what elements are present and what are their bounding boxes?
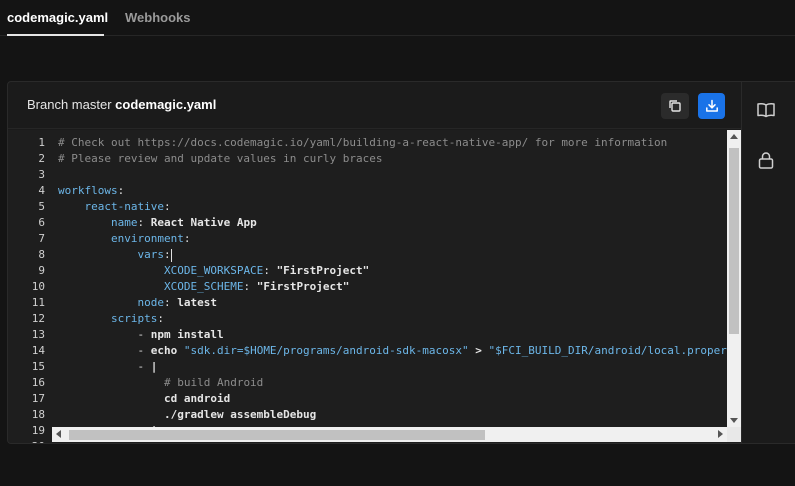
- scrollbar-corner: [727, 427, 741, 442]
- yaml-key: XCODE_WORKSPACE: [163, 264, 264, 277]
- line-number: 14: [31, 344, 45, 357]
- scroll-right-arrow-icon[interactable]: [718, 430, 723, 438]
- line-number: 19: [31, 424, 45, 437]
- yaml-key: scripts: [110, 312, 158, 325]
- yaml-value: React Native App: [150, 216, 257, 229]
- vertical-scrollbar[interactable]: [727, 130, 741, 427]
- line-number: 2: [38, 152, 45, 165]
- yaml-key: vars: [137, 248, 164, 261]
- line-number: 11: [31, 296, 45, 309]
- download-button[interactable]: [698, 93, 725, 119]
- code-editor[interactable]: 1 2 3 4 5 6 7 8 9 10 11 12 13 14 15 16 1…: [8, 130, 741, 443]
- file-name: codemagic.yaml: [115, 97, 217, 112]
- tab-codemagic-yaml[interactable]: codemagic.yaml: [7, 10, 108, 36]
- line-number: 7: [38, 232, 45, 245]
- yaml-block-indicator: |: [150, 360, 158, 373]
- code-line: cd android: [58, 391, 230, 407]
- yaml-key: environment: [110, 232, 184, 245]
- code-lines: # Check out https://docs.codemagic.io/ya…: [58, 130, 728, 427]
- code-line: # Please review and update values in cur…: [58, 152, 383, 165]
- line-number-gutter: 1 2 3 4 5 6 7 8 9 10 11 12 13 14 15 16 1…: [8, 130, 52, 443]
- book-icon: [757, 103, 775, 118]
- scroll-up-arrow-icon[interactable]: [730, 134, 738, 139]
- line-number: 10: [31, 280, 45, 293]
- line-number: 8: [38, 248, 45, 261]
- docs-button[interactable]: [756, 100, 776, 120]
- line-number: 12: [31, 312, 45, 325]
- tab-bar: codemagic.yaml Webhooks: [0, 0, 795, 36]
- yaml-value: npm install: [150, 328, 224, 341]
- copy-button[interactable]: [661, 93, 689, 119]
- yaml-key: XCODE_SCHEME: [163, 280, 244, 293]
- code-line: workflows:: [58, 184, 125, 197]
- line-number: 5: [38, 200, 45, 213]
- redirect-operator: >: [475, 344, 482, 357]
- copy-icon: [669, 100, 681, 112]
- string-literal: "$FCI_BUILD_DIR/android/local.properties…: [488, 344, 729, 357]
- code-line: scripts:: [110, 312, 164, 325]
- code-line: environment:: [110, 232, 191, 245]
- line-number: 13: [31, 328, 45, 341]
- yaml-key: node: [137, 296, 164, 309]
- code-line: node: latest: [137, 296, 217, 309]
- code-line: - npm install: [58, 328, 224, 341]
- code-line: - |: [58, 360, 158, 373]
- yaml-editor-card: Branch master codemagic.yaml 1 2 3 4 5 6…: [7, 81, 742, 444]
- side-rail: [742, 81, 795, 444]
- string-literal: "sdk.dir=$HOME/programs/android-sdk-maco…: [183, 344, 469, 357]
- code-line: XCODE_WORKSPACE: "FirstProject": [163, 264, 370, 277]
- card-title: Branch master codemagic.yaml: [27, 97, 216, 112]
- yaml-key: workflows: [58, 184, 118, 197]
- code-comment: # build Android: [163, 376, 264, 389]
- code-line: XCODE_SCHEME: "FirstProject": [163, 280, 350, 293]
- horizontal-scroll-thumb[interactable]: [69, 430, 485, 440]
- shell-command: ./gradlew assembleDebug: [163, 408, 317, 421]
- line-number: 18: [31, 408, 45, 421]
- line-number: 9: [38, 264, 45, 277]
- line-number: 15: [31, 360, 45, 373]
- code-line: name: React Native App: [110, 216, 257, 229]
- code-line: - echo "sdk.dir=$HOME/programs/android-s…: [58, 343, 728, 359]
- line-number: 1: [38, 136, 45, 149]
- download-icon: [705, 99, 718, 112]
- card-header: Branch master codemagic.yaml: [8, 82, 741, 129]
- yaml-value: "FirstProject": [276, 264, 370, 277]
- line-number: 4: [38, 184, 45, 197]
- code-line: vars:: [137, 248, 172, 262]
- scroll-down-arrow-icon[interactable]: [730, 418, 738, 423]
- lock-button[interactable]: [756, 150, 776, 170]
- code-line: ./gradlew assembleDebug: [58, 407, 316, 423]
- scroll-left-arrow-icon[interactable]: [56, 430, 61, 438]
- code-line: # build Android: [58, 375, 263, 391]
- code-line: react-native:: [84, 200, 171, 213]
- shell-command: cd android: [163, 392, 231, 405]
- code-line: # Check out https://docs.codemagic.io/ya…: [58, 136, 668, 149]
- horizontal-scrollbar[interactable]: [52, 427, 727, 442]
- shell-command: echo: [150, 344, 178, 357]
- tab-webhooks[interactable]: Webhooks: [125, 10, 191, 36]
- yaml-key: react-native: [84, 200, 164, 213]
- yaml-value: "FirstProject": [256, 280, 350, 293]
- yaml-value: latest: [177, 296, 217, 309]
- text-cursor: [170, 248, 172, 262]
- line-number: 16: [31, 376, 45, 389]
- line-number: 17: [31, 392, 45, 405]
- line-number: 20: [32, 439, 45, 443]
- lock-icon: [758, 152, 774, 169]
- line-number: 6: [38, 216, 45, 229]
- branch-label: Branch master: [27, 97, 112, 112]
- yaml-key: name: [110, 216, 138, 229]
- vertical-scroll-thumb[interactable]: [729, 148, 739, 334]
- line-number: 3: [38, 168, 45, 181]
